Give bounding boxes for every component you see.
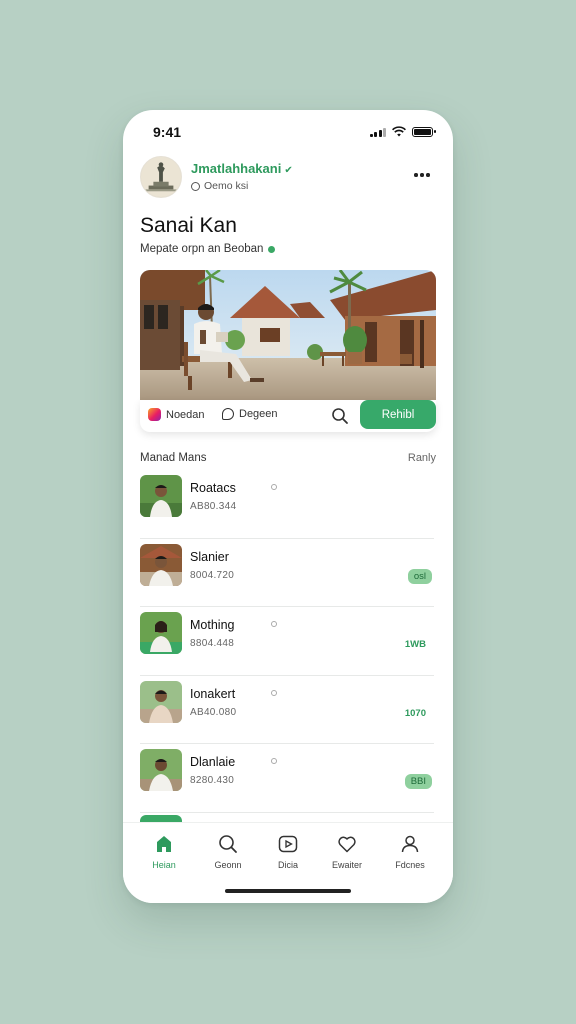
instagram-icon	[148, 408, 161, 421]
status-badge: 1070	[404, 707, 426, 719]
search-icon[interactable]	[330, 406, 350, 426]
list-item-meta: AB40.080	[190, 706, 237, 718]
section-link[interactable]: Ranly	[408, 452, 436, 464]
status-dot-icon	[268, 245, 276, 253]
list-item-thumbnail	[140, 680, 182, 723]
person-photo-icon	[140, 680, 182, 723]
list-item-meta: 8804.448	[190, 638, 235, 649]
location-icon	[191, 181, 200, 191]
tab-home[interactable]: Heian	[136, 833, 192, 870]
people-list: Roatacs AB80.344 Slanier 8004.720 osl Mo…	[140, 470, 434, 813]
list-item-name: Dlanlaie	[190, 755, 236, 769]
tab-video-label: Dicia	[277, 860, 298, 870]
list-item-thumbnail	[140, 543, 182, 586]
person-photo-icon	[140, 543, 182, 586]
battery-icon	[412, 126, 436, 137]
list-item-name: Ionakert	[190, 686, 236, 701]
profile-name-text: Jmatlahhakani	[191, 161, 282, 176]
verified-icon: ✔	[284, 165, 293, 176]
instagram-action-label: Noedan	[166, 408, 205, 421]
person-photo-icon	[140, 475, 182, 517]
status-time: 9:41	[153, 124, 182, 140]
page-subtitle: Mepate orpn an Beoban	[140, 243, 276, 255]
heart-icon	[338, 836, 356, 853]
hero-image[interactable]	[140, 270, 436, 400]
status-badge: 1WB	[404, 639, 426, 650]
primary-action-button[interactable]: Rehibl	[360, 400, 436, 429]
profile-name[interactable]: Jmatlahhakani ✔	[191, 161, 293, 176]
list-item-name: Mothing	[190, 618, 235, 632]
list-item-thumbnail	[140, 475, 182, 517]
page-title: Sanai Kan	[140, 214, 237, 237]
more-horizontal-icon	[414, 173, 418, 177]
list-item[interactable]: Roatacs AB80.344	[140, 470, 434, 539]
search-icon	[219, 835, 237, 853]
list-item[interactable]: Ionakert AB40.080 1070	[140, 676, 434, 744]
tab-profile-label: Fdcnes	[395, 860, 425, 870]
section-title: Manad Mans	[140, 452, 207, 464]
home-indicator[interactable]	[225, 889, 351, 893]
profile-subtitle: Oemo ksi	[191, 180, 248, 192]
list-item[interactable]: Slanier 8004.720 osl	[140, 539, 434, 607]
video-icon	[278, 835, 298, 853]
profile-subtitle-text: Oemo ksi	[204, 180, 249, 192]
more-options-button[interactable]	[412, 168, 432, 182]
tab-favorites[interactable]: Ewaiter	[319, 833, 375, 870]
list-item-name: Slanier	[190, 549, 229, 564]
person-photo-icon	[140, 749, 182, 791]
person-photo-icon	[140, 612, 182, 654]
message-action-label: Degeen	[239, 408, 278, 420]
home-icon	[157, 836, 171, 852]
message-action[interactable]: Degeen	[222, 408, 278, 420]
status-icons	[369, 126, 436, 137]
list-item-meta: 8280.430	[190, 775, 235, 786]
bottom-tab-bar: Heian Geonn Dicia Ewaiter Fdcnes	[123, 822, 453, 903]
list-item[interactable]: Dlanlaie 8280.430 BBI	[140, 744, 434, 813]
profile-header: Jmatlahhakani ✔ Oemo ksi	[140, 156, 436, 200]
wifi-icon	[392, 126, 406, 137]
status-badge: osl	[407, 568, 432, 584]
status-bar: 9:41	[123, 110, 453, 154]
avatar[interactable]	[140, 156, 182, 198]
instagram-action[interactable]: Noedan	[148, 408, 205, 421]
hero-photo-icon	[140, 270, 436, 400]
hero-action-bar: Noedan Degeen Rehibl	[140, 400, 436, 432]
tab-home-label: Heian	[152, 860, 176, 870]
status-indicator-icon	[271, 621, 277, 627]
list-item-meta: AB80.344	[190, 501, 237, 512]
signal-icon	[369, 127, 386, 137]
status-indicator-icon	[271, 484, 277, 490]
tab-favorites-label: Ewaiter	[331, 860, 362, 870]
list-item[interactable]: Mothing 8804.448 1WB	[140, 607, 434, 676]
status-indicator-icon	[271, 758, 277, 764]
list-item-meta: 8004.720	[190, 569, 235, 581]
tab-search-label: Geonn	[214, 860, 242, 870]
list-item-name: Roatacs	[190, 481, 236, 495]
section-header: Manad Mans Ranly	[140, 452, 436, 466]
list-item-thumbnail	[140, 749, 182, 791]
list-item-thumbnail	[140, 612, 182, 654]
statue-avatar-icon	[141, 157, 181, 197]
profile-icon	[401, 835, 419, 853]
status-indicator-icon	[271, 689, 277, 696]
page-subtitle-text: Mepate orpn an Beoban	[140, 243, 264, 255]
message-icon	[222, 408, 234, 420]
tab-search[interactable]: Geonn	[200, 833, 256, 870]
tab-video[interactable]: Dicia	[260, 833, 316, 870]
phone-frame: 9:41 Jmatlahhakani ✔ Oemo ksi Sanai Kan …	[123, 110, 453, 903]
status-badge: BBI	[404, 774, 432, 789]
tab-profile[interactable]: Fdcnes	[382, 833, 438, 870]
